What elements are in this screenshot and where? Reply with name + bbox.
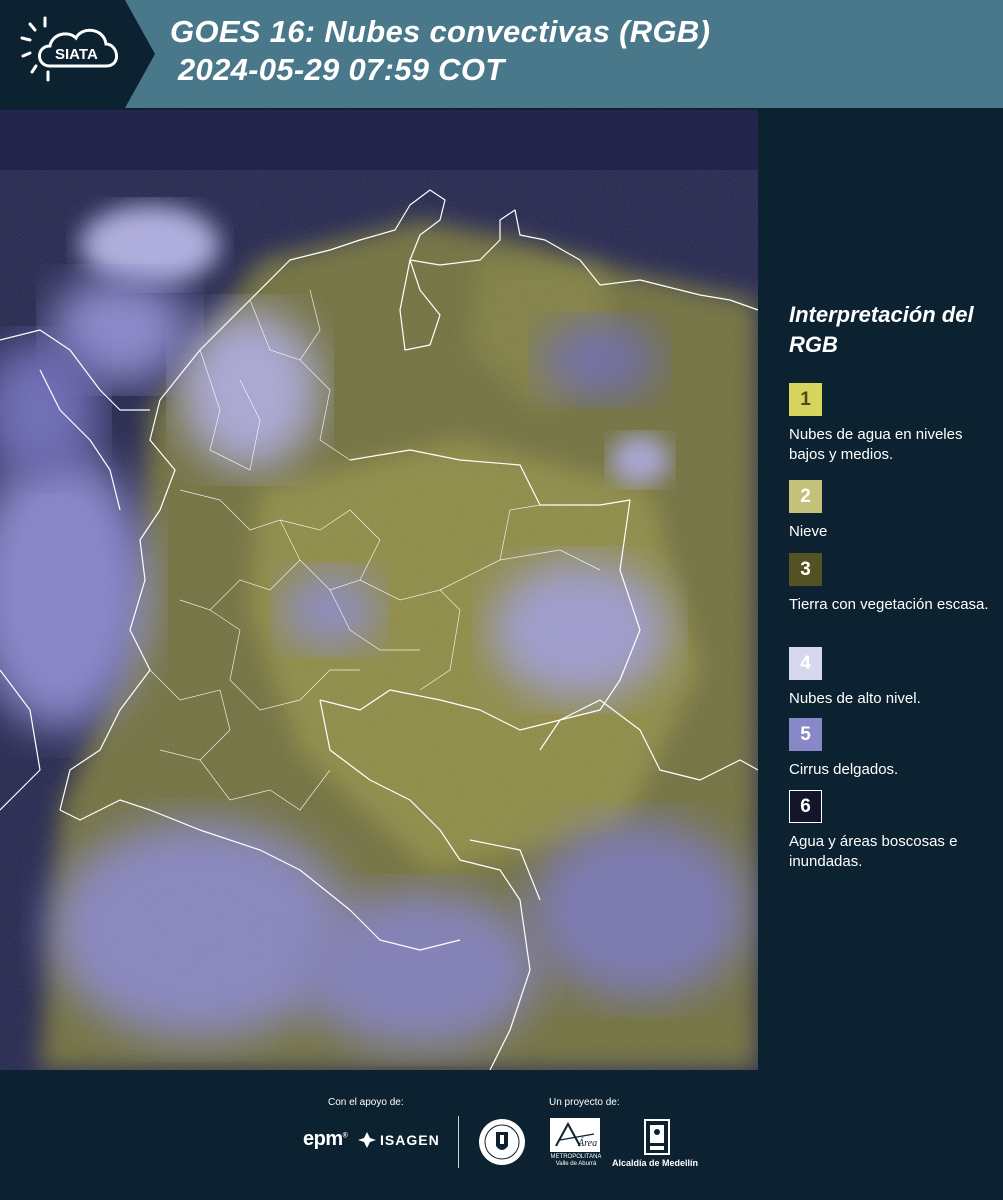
- legend-swatch-4: 4: [789, 647, 822, 680]
- legend-item-4: 4 Nubes de alto nivel.: [789, 647, 994, 709]
- legend-item-1: 1 Nubes de agua en niveles bajos y medio…: [789, 383, 994, 465]
- legend-number-2: 2: [800, 485, 811, 507]
- medellin-seal-icon: [479, 1119, 525, 1165]
- area-brand-text: Área: [577, 1137, 597, 1149]
- legend-item-6: 6 Agua y áreas boscosas e inundadas.: [789, 790, 994, 872]
- area-metropolitana-text: METROPOLITANA Valle de Aburrá: [550, 1154, 602, 1167]
- support-label: Con el apoyo de:: [328, 1097, 404, 1108]
- legend-number-1: 1: [800, 388, 811, 410]
- legend-label-6: Agua y áreas boscosas e inundadas.: [789, 833, 958, 870]
- footer: Con el apoyo de: Un proyecto de: epm® IS…: [0, 1070, 1003, 1200]
- siata-logo-text: SIATA: [55, 46, 98, 63]
- legend-item-3: 3 Tierra con vegetación escasa.: [789, 553, 994, 615]
- legend-swatch-5: 5: [789, 718, 822, 751]
- legend-label-3: Tierra con vegetación escasa.: [789, 596, 989, 613]
- legend-number-5: 5: [800, 723, 811, 745]
- page-title: GOES 16: Nubes convectivas (RGB): [170, 14, 711, 49]
- legend-number-3: 3: [800, 558, 811, 580]
- legend-panel: Interpretación del RGB 1 Nubes de agua e…: [760, 110, 1003, 1070]
- legend-item-5: 5 Cirrus delgados.: [789, 718, 994, 780]
- alcaldia-text: Alcaldía de Medellín: [612, 1158, 699, 1168]
- legend-number-4: 4: [800, 652, 811, 674]
- legend-label-1: Nubes de agua en niveles bajos y medios.: [789, 426, 963, 463]
- epm-logo: epm®: [303, 1128, 348, 1150]
- legend-swatch-2: 2: [789, 480, 822, 513]
- project-label: Un proyecto de:: [549, 1097, 620, 1108]
- satellite-map: [0, 110, 758, 1070]
- legend-label-4: Nubes de alto nivel.: [789, 690, 921, 707]
- isagen-logo-text: ISAGEN: [380, 1132, 440, 1148]
- legend-label-5: Cirrus delgados.: [789, 761, 899, 778]
- legend-title: Interpretación del RGB: [789, 302, 974, 357]
- isagen-logo: ISAGEN: [358, 1132, 440, 1148]
- legend-swatch-1: 1: [789, 383, 822, 416]
- legend-label-2: Nieve: [789, 523, 828, 540]
- legend-item-2: 2 Nieve: [789, 480, 994, 542]
- alcaldia-shield-icon: [644, 1119, 670, 1155]
- siata-logo: SIATA: [0, 0, 155, 108]
- page-timestamp: 2024-05-29 07:59 COT: [178, 52, 505, 87]
- legend-swatch-6: 6: [789, 790, 822, 823]
- footer-divider: [458, 1116, 459, 1168]
- epm-logo-text: epm: [303, 1128, 343, 1150]
- legend-swatch-3: 3: [789, 553, 822, 586]
- isagen-icon: [358, 1132, 376, 1148]
- legend-number-6: 6: [800, 795, 811, 817]
- header: SIATA GOES 16: Nubes convectivas (RGB) 2…: [0, 0, 1003, 108]
